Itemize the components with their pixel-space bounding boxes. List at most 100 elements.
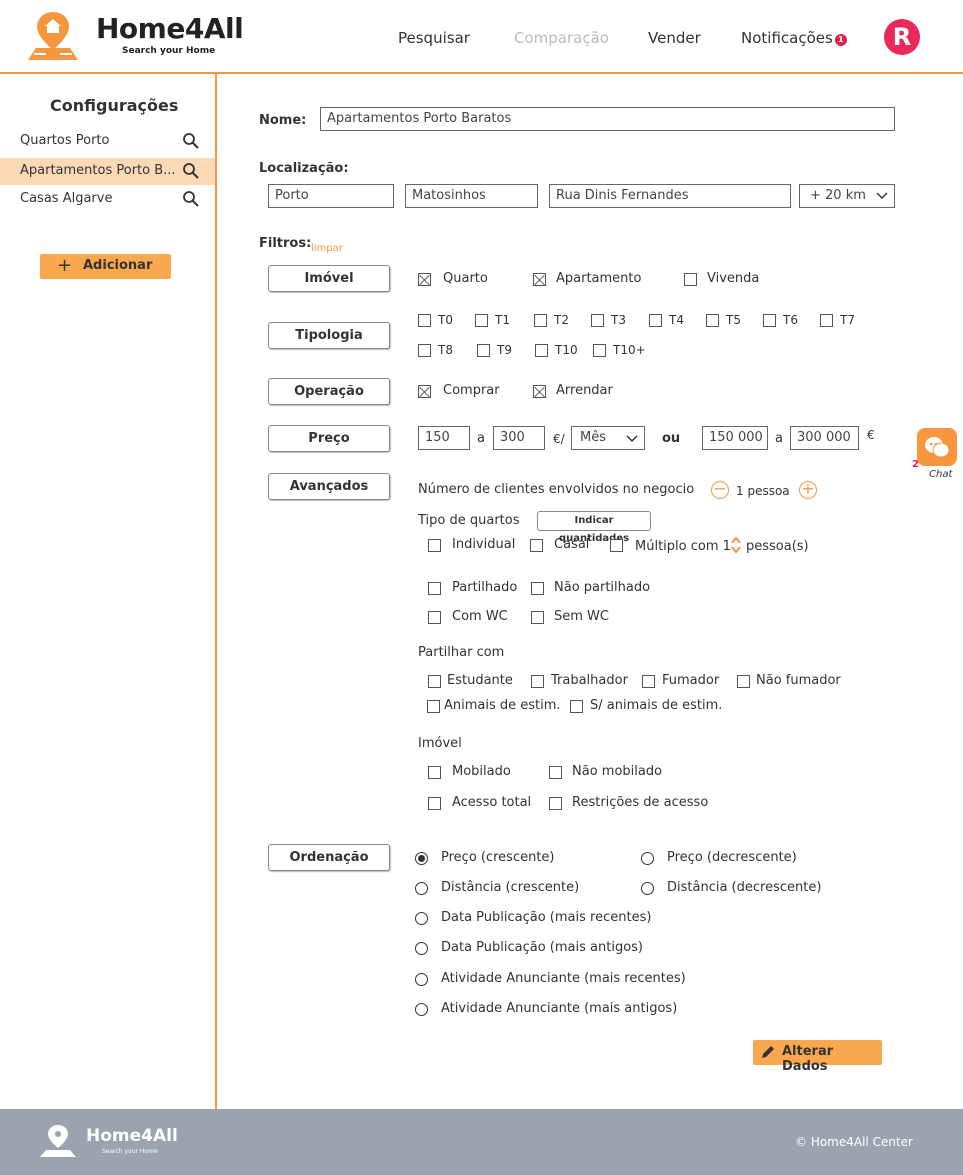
top-header: Home4All Search your Home Pesquisar Comp… bbox=[0, 0, 963, 74]
chat-badge: 2 bbox=[912, 459, 919, 470]
checkbox-acesso-total[interactable] bbox=[428, 797, 441, 810]
checkbox-fumador[interactable] bbox=[642, 675, 655, 688]
area-input[interactable]: Matosinhos bbox=[405, 184, 538, 208]
checkbox-t2[interactable] bbox=[534, 314, 547, 327]
checkbox-t1[interactable] bbox=[475, 314, 488, 327]
sidebar-item-quartos-porto[interactable]: Quartos Porto bbox=[0, 128, 215, 155]
radio-atividade-recentes[interactable] bbox=[415, 973, 428, 986]
radio-data-recentes[interactable] bbox=[415, 912, 428, 925]
save-changes-button[interactable]: Alterar Dados bbox=[753, 1040, 882, 1074]
checkbox-vivenda[interactable] bbox=[684, 273, 697, 286]
nav-pesquisar[interactable]: Pesquisar bbox=[398, 29, 470, 47]
radio-data-antigos[interactable] bbox=[415, 942, 428, 955]
notification-badge: 1 bbox=[834, 34, 847, 46]
checkbox-comprar[interactable] bbox=[418, 385, 431, 398]
filter-operacao-button[interactable]: Operação bbox=[268, 378, 390, 405]
checkbox-nao-fumador[interactable] bbox=[737, 675, 750, 688]
add-config-label: Adicionar bbox=[83, 258, 153, 273]
checkbox-t0[interactable] bbox=[418, 314, 431, 327]
clear-filters-link[interactable]: limpar bbox=[311, 243, 343, 254]
checkbox-t10[interactable] bbox=[535, 344, 548, 357]
nav-vender[interactable]: Vender bbox=[648, 29, 701, 47]
stepper-updown-icon[interactable] bbox=[730, 536, 742, 554]
name-input[interactable]: Apartamentos Porto Baratos bbox=[320, 107, 895, 131]
radius-value: + 20 km bbox=[810, 188, 866, 203]
name-label: Nome: bbox=[259, 113, 307, 128]
decrement-clients-button[interactable]: − bbox=[711, 481, 729, 499]
chat-button[interactable] bbox=[917, 428, 957, 466]
search-icon[interactable] bbox=[182, 190, 200, 208]
radio-label: Distância (decrescente) bbox=[667, 880, 822, 895]
filter-preco-button[interactable]: Preço bbox=[268, 425, 390, 452]
checkbox-t10plus[interactable] bbox=[593, 344, 606, 357]
checkbox-estudante[interactable] bbox=[428, 675, 441, 688]
user-avatar[interactable]: R bbox=[884, 19, 920, 55]
checkbox-nao-mobilado[interactable] bbox=[549, 766, 562, 779]
period-select[interactable]: Mês bbox=[571, 426, 645, 450]
checkbox-trabalhador[interactable] bbox=[531, 675, 544, 688]
checkbox-quarto[interactable] bbox=[418, 273, 431, 286]
price-min-rent-input[interactable]: 150 bbox=[418, 426, 470, 450]
filter-tipologia-button[interactable]: Tipologia bbox=[268, 322, 390, 349]
checkbox-label: T10+ bbox=[613, 343, 646, 357]
checkbox-t7[interactable] bbox=[820, 314, 833, 327]
filter-avancados-button[interactable]: Avançados bbox=[268, 473, 390, 500]
indicate-quantities-button[interactable]: Indicar quantidades bbox=[537, 511, 651, 544]
checkbox-label: Múltiplo com 1 bbox=[635, 539, 731, 554]
price-max-rent-input[interactable]: 300 bbox=[493, 426, 545, 450]
radio-atividade-antigos[interactable] bbox=[415, 1003, 428, 1016]
sidebar-divider bbox=[215, 74, 217, 1110]
street-input[interactable]: Rua Dinis Fernandes bbox=[549, 184, 791, 208]
checkbox-sem-wc[interactable] bbox=[531, 611, 544, 624]
radio-distancia-decrescente[interactable] bbox=[641, 882, 654, 895]
checkbox-arrendar[interactable] bbox=[533, 385, 546, 398]
checkbox-label: Quarto bbox=[443, 271, 488, 286]
city-input[interactable]: Porto bbox=[268, 184, 394, 208]
checkbox-partilhado[interactable] bbox=[428, 582, 441, 595]
search-icon[interactable] bbox=[182, 162, 200, 180]
sidebar-item-label: Quartos Porto bbox=[20, 133, 110, 148]
checkbox-individual[interactable] bbox=[428, 539, 441, 552]
sidebar-item-apartamentos-porto[interactable]: Apartamentos Porto B... bbox=[0, 158, 215, 185]
home-pin-logo-icon[interactable] bbox=[22, 10, 84, 62]
checkbox-label: Não mobilado bbox=[572, 764, 663, 779]
checkbox-apartamento[interactable] bbox=[533, 273, 546, 286]
pencil-icon bbox=[762, 1046, 774, 1058]
checkbox-t4[interactable] bbox=[649, 314, 662, 327]
nav-comparacao[interactable]: Comparação bbox=[514, 29, 609, 47]
radio-distancia-crescente[interactable] bbox=[415, 882, 428, 895]
checkbox-animais[interactable] bbox=[427, 700, 440, 713]
checkbox-label: Trabalhador bbox=[551, 673, 628, 688]
checkbox-label: Partilhado bbox=[452, 580, 518, 595]
price-max-buy-input[interactable]: 300 000 bbox=[790, 426, 859, 450]
radius-select[interactable]: + 20 km bbox=[799, 184, 895, 208]
sidebar-item-casas-algarve[interactable]: Casas Algarve bbox=[0, 186, 215, 213]
nav-notificacoes[interactable]: Notificações 1 bbox=[741, 29, 847, 47]
filter-imovel-button[interactable]: Imóvel bbox=[268, 265, 390, 292]
checkbox-nao-partilhado[interactable] bbox=[531, 582, 544, 595]
radio-preco-decrescente[interactable] bbox=[641, 852, 654, 865]
increment-clients-button[interactable]: + bbox=[799, 481, 817, 499]
checkbox-label: Apartamento bbox=[556, 271, 642, 286]
checkbox-label: Fumador bbox=[662, 673, 720, 688]
search-icon[interactable] bbox=[182, 132, 200, 150]
checkbox-casal[interactable] bbox=[530, 539, 543, 552]
price-min-buy-input[interactable]: 150 000 bbox=[702, 426, 768, 450]
filter-ordenacao-button[interactable]: Ordenação bbox=[268, 844, 390, 871]
checkbox-t8[interactable] bbox=[418, 344, 431, 357]
brand-name[interactable]: Home4All bbox=[96, 12, 244, 45]
footer-brand[interactable]: Home4All bbox=[86, 1126, 178, 1146]
checkbox-t6[interactable] bbox=[763, 314, 776, 327]
checkbox-t9[interactable] bbox=[477, 344, 490, 357]
checkbox-mobilado[interactable] bbox=[428, 766, 441, 779]
checkbox-t5[interactable] bbox=[706, 314, 719, 327]
checkbox-sem-animais[interactable] bbox=[570, 700, 583, 713]
add-config-button[interactable]: + Adicionar bbox=[40, 254, 171, 279]
radio-preco-crescente[interactable] bbox=[415, 852, 428, 865]
checkbox-label: T4 bbox=[669, 313, 684, 327]
checkbox-multiplo[interactable] bbox=[610, 539, 623, 552]
range-separator: a bbox=[477, 431, 485, 446]
checkbox-com-wc[interactable] bbox=[428, 611, 441, 624]
checkbox-t3[interactable] bbox=[591, 314, 604, 327]
checkbox-restricoes[interactable] bbox=[549, 797, 562, 810]
